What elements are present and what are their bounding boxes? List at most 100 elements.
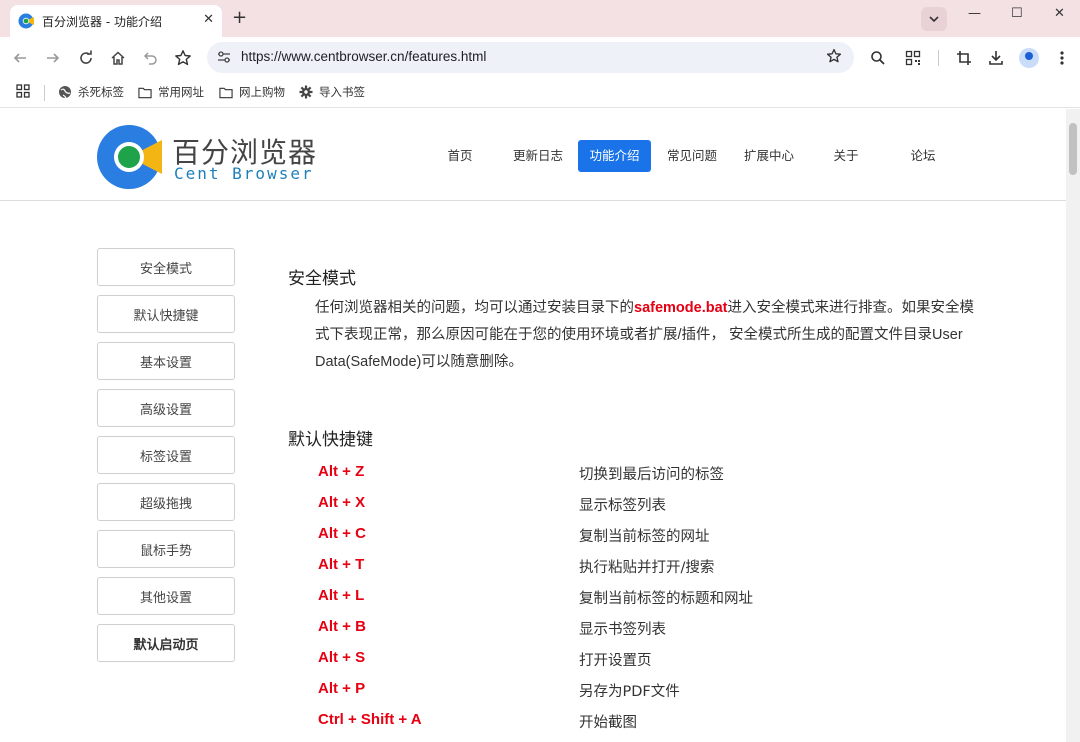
cent-browser-favicon-icon	[18, 13, 34, 29]
shortcut-description: 另存为PDF文件	[579, 684, 680, 700]
maximize-button[interactable]: ☐	[1011, 6, 1023, 21]
section-title-shortcuts: 默认快捷键	[288, 430, 373, 450]
minimize-button[interactable]: —	[968, 6, 981, 21]
screenshot-button[interactable]	[954, 48, 974, 68]
tab-search-button[interactable]	[921, 7, 947, 31]
back-button[interactable]	[10, 48, 30, 68]
star-icon	[175, 50, 191, 66]
downloads-button[interactable]	[986, 48, 1006, 68]
shortcut-description: 复制当前标签的网址	[579, 529, 710, 545]
sidebar-item-super-drag[interactable]: 超级拖拽	[97, 483, 235, 521]
tab-close-icon[interactable]: ✕	[203, 12, 214, 27]
sidebar-item-other-settings[interactable]: 其他设置	[97, 577, 235, 615]
new-tab-button[interactable]: +	[232, 7, 247, 28]
qr-code-icon	[905, 50, 921, 66]
nav-changelog[interactable]: 更新日志	[507, 140, 569, 172]
reload-icon	[80, 50, 92, 64]
bookmark-import[interactable]: 导入书签	[299, 84, 365, 100]
gear-icon	[299, 85, 313, 99]
home-icon	[111, 51, 125, 65]
sidebar-item-advanced-settings[interactable]: 高级设置	[97, 389, 235, 427]
browser-toolbar: https://www.centbrowser.cn/features.html	[0, 37, 1080, 78]
shortcut-description: 切换到最后访问的标签	[579, 467, 724, 483]
cent-browser-logo-icon[interactable]	[96, 124, 162, 190]
sidebar-item-basic-settings[interactable]: 基本设置	[97, 342, 235, 380]
bookmark-page-star-icon[interactable]	[826, 48, 842, 64]
nav-features[interactable]: 功能介绍	[578, 140, 651, 172]
safe-mode-description: 任何浏览器相关的问题，均可以通过安装目录下的safemode.bat进入安全模式…	[315, 295, 975, 376]
nav-extensions[interactable]: 扩展中心	[738, 140, 800, 172]
globe-icon	[58, 85, 72, 99]
shortcut-keys: Ctrl + Shift + A	[318, 711, 422, 728]
sidebar-item-shortcuts[interactable]: 默认快捷键	[97, 295, 235, 333]
nav-forum[interactable]: 论坛	[899, 140, 947, 172]
site-header: 百分浏览器 Cent Browser 首页 更新日志 功能介绍 常见问题 扩展中…	[0, 109, 1066, 201]
shortcut-description: 打开设置页	[579, 653, 652, 669]
shortcut-description: 复制当前标签的标题和网址	[579, 591, 753, 607]
shortcut-keys: Alt + C	[318, 525, 366, 542]
url-text[interactable]: https://www.centbrowser.cn/features.html	[241, 49, 486, 64]
bookmark-label: 杀死标签	[78, 85, 124, 99]
sidebar-item-mouse-gestures[interactable]: 鼠标手势	[97, 530, 235, 568]
shortcut-keys: Alt + P	[318, 680, 366, 697]
shortcut-keys: Alt + T	[318, 556, 365, 573]
safe-mode-text-before: 任何浏览器相关的问题，均可以通过安装目录下的	[315, 300, 634, 316]
shortcut-description: 执行粘贴并打开/搜索	[579, 560, 715, 576]
shortcut-description: 开始截图	[579, 715, 637, 731]
shortcut-keys: Alt + L	[318, 587, 365, 604]
bookmarks-divider	[44, 85, 45, 101]
undo-icon	[143, 52, 157, 65]
folder-icon	[138, 85, 152, 99]
search-icon	[871, 51, 885, 65]
crop-icon	[957, 51, 971, 65]
shortcut-description: 显示标签列表	[579, 498, 666, 514]
chevron-down-icon	[929, 16, 939, 23]
site-info-icon[interactable]	[217, 50, 231, 64]
scrollbar-thumb[interactable]	[1069, 123, 1077, 175]
arrow-right-icon	[47, 53, 60, 63]
folder-icon	[219, 85, 233, 99]
bookmark-label: 导入书签	[319, 85, 365, 99]
home-button[interactable]	[108, 48, 128, 68]
tab-title: 百分浏览器 - 功能介绍	[42, 14, 162, 29]
bookmark-folder-common-sites[interactable]: 常用网址	[138, 84, 204, 100]
nav-home[interactable]: 首页	[436, 140, 484, 172]
shortcut-keys: Alt + Z	[318, 463, 365, 480]
close-window-button[interactable]: ✕	[1054, 6, 1065, 21]
apps-grid-icon	[16, 84, 30, 98]
arrow-left-icon	[13, 53, 26, 63]
qr-code-button[interactable]	[903, 48, 923, 68]
safemode-bat-highlight: safemode.bat	[634, 300, 728, 316]
page-scrollbar[interactable]	[1066, 109, 1080, 742]
title-bar: 百分浏览器 - 功能介绍 ✕ + — ☐ ✕	[0, 0, 1080, 37]
page-viewport: 百分浏览器 Cent Browser 首页 更新日志 功能介绍 常见问题 扩展中…	[0, 109, 1066, 742]
sidebar-item-tab-settings[interactable]: 标签设置	[97, 436, 235, 474]
reload-button[interactable]	[76, 48, 96, 68]
shortcut-keys: Alt + B	[318, 618, 366, 635]
shortcut-description: 显示书签列表	[579, 622, 666, 638]
sidebar-item-safe-mode[interactable]: 安全模式	[97, 248, 235, 286]
bookmark-label: 常用网址	[158, 85, 204, 99]
profile-avatar[interactable]	[1019, 48, 1039, 68]
apps-button[interactable]	[16, 84, 30, 98]
undo-close-tab-button[interactable]	[140, 48, 160, 68]
sidebar-item-default-startup-page[interactable]: 默认启动页	[97, 624, 235, 662]
bookmark-kill-tab[interactable]: 杀死标签	[58, 84, 124, 100]
shortcut-keys: Alt + S	[318, 649, 366, 666]
section-title-safe-mode: 安全模式	[288, 269, 356, 289]
more-vertical-icon	[1060, 51, 1064, 65]
bookmark-label: 网上购物	[239, 85, 285, 99]
bookmarks-bar: 杀死标签 常用网址 网上购物 导入书签	[0, 78, 1080, 108]
address-bar[interactable]: https://www.centbrowser.cn/features.html	[207, 42, 854, 73]
download-icon	[989, 51, 1003, 65]
menu-button[interactable]	[1052, 48, 1072, 68]
logo-english-name: Cent Browser	[174, 164, 314, 183]
nav-faq[interactable]: 常见问题	[661, 140, 723, 172]
bookmark-folder-shopping[interactable]: 网上购物	[219, 84, 285, 100]
forward-button[interactable]	[43, 48, 63, 68]
toolbar-divider	[938, 50, 939, 66]
bookmark-star-button[interactable]	[173, 48, 193, 68]
search-button[interactable]	[868, 48, 888, 68]
nav-about[interactable]: 关于	[822, 140, 870, 172]
browser-tab[interactable]: 百分浏览器 - 功能介绍 ✕	[10, 5, 222, 37]
